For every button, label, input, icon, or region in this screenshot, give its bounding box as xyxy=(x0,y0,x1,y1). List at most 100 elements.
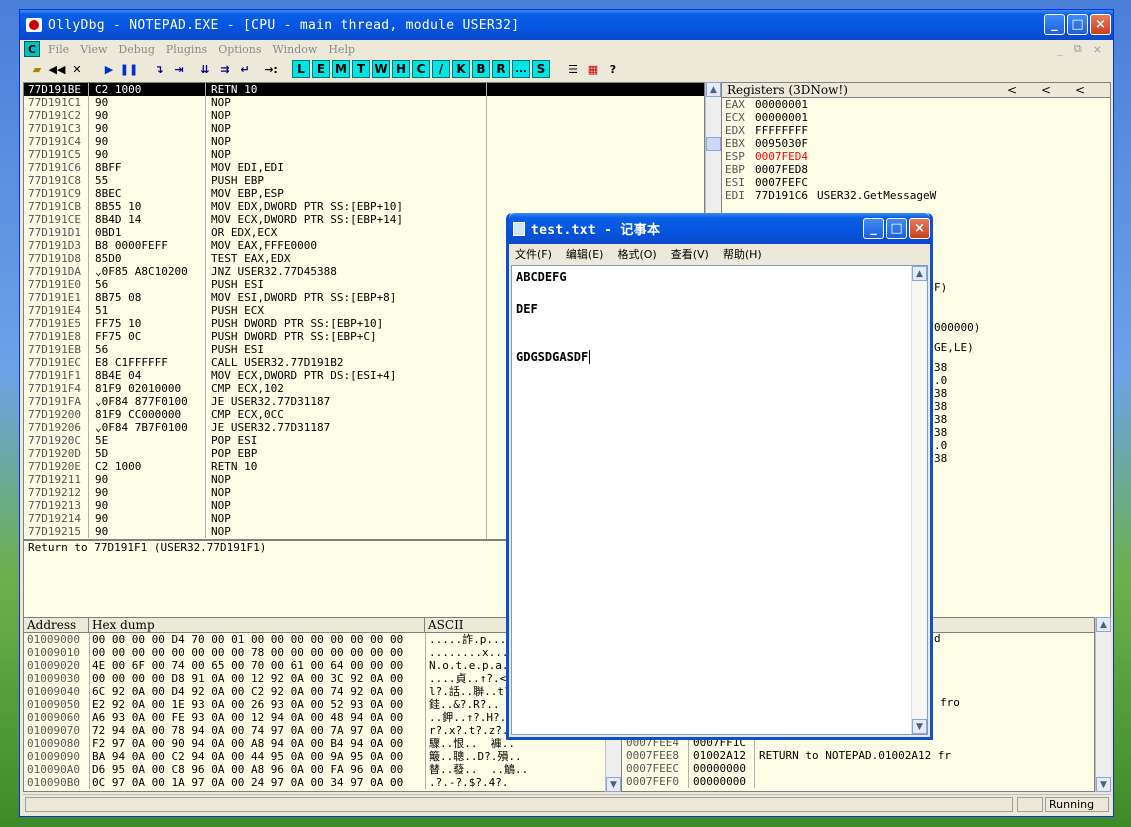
menu-help[interactable]: Help xyxy=(328,43,355,56)
minimize-button[interactable]: _ xyxy=(1044,14,1065,35)
breakpoints-button[interactable]: B xyxy=(472,60,490,78)
dump-col-hex[interactable]: Hex dump xyxy=(89,618,425,632)
disasm-row[interactable]: 77D191C5 90 NOP xyxy=(24,148,704,161)
mdi-close-icon[interactable]: × xyxy=(1093,43,1102,56)
disasm-address: 77D191EB xyxy=(28,343,81,356)
dump-col-address[interactable]: Address xyxy=(24,618,89,632)
help-icon[interactable]: ? xyxy=(604,60,622,78)
log-window-button[interactable]: L xyxy=(292,60,310,78)
dump-row[interactable]: 01009090 BA 94 0A 00 C2 94 0A 00 44 95 0A… xyxy=(24,750,620,763)
handles-button[interactable]: H xyxy=(392,60,410,78)
notepad-menu-file[interactable]: 文件(F) xyxy=(515,246,552,262)
disasm-row[interactable]: 77D191BE C2 1000 RETN 10 xyxy=(24,83,704,96)
stack-address: 0007FEEC xyxy=(626,762,679,775)
disasm-hex: ⌄0F84 877F0100 xyxy=(88,395,205,408)
disasm-row[interactable]: 77D191C4 90 NOP xyxy=(24,135,704,148)
maximize-button[interactable]: □ xyxy=(1067,14,1088,35)
menu-window[interactable]: Window xyxy=(273,43,318,56)
references-button[interactable]: R xyxy=(492,60,510,78)
disasm-row[interactable]: 77D191C9 8BEC MOV EBP,ESP xyxy=(24,187,704,200)
ollydbg-toolbar: ▰ ◀◀ ✕ ▶ ❚❚ ↴ ⇥ ⇊ ⇉ ↵ →: L E M T W H C /… xyxy=(20,58,1113,80)
ollydbg-title-bar[interactable]: OllyDbg - NOTEPAD.EXE - [CPU - main thre… xyxy=(20,10,1113,40)
step-over-icon[interactable]: ⇥ xyxy=(170,60,188,78)
source-button[interactable]: S xyxy=(532,60,550,78)
stack-value: 00000000 xyxy=(688,762,754,775)
disasm-address: 77D19211 xyxy=(28,473,81,486)
menu-file[interactable]: File xyxy=(48,43,69,56)
run-trace-button[interactable]: ... xyxy=(512,60,530,78)
disasm-row[interactable]: 77D191C1 90 NOP xyxy=(24,96,704,109)
notepad-scrollbar[interactable]: ▲ ▼ xyxy=(911,266,927,734)
appearance-icon[interactable]: ▦ xyxy=(584,60,602,78)
disasm-hex: B8 0000FEFF xyxy=(88,239,205,252)
memory-map-button[interactable]: M xyxy=(332,60,350,78)
disasm-row[interactable]: 77D191CB 8B55 10 MOV EDX,DWORD PTR SS:[EBP… xyxy=(24,200,704,213)
notepad-menu-edit[interactable]: 编辑(E) xyxy=(566,246,604,262)
scroll-thumb[interactable] xyxy=(706,137,721,151)
pause-icon[interactable]: ❚❚ xyxy=(120,60,138,78)
disasm-hex: 81F9 02010000 xyxy=(88,382,205,395)
windows-button[interactable]: W xyxy=(372,60,390,78)
register-partial-text: 38 xyxy=(934,387,948,400)
mdi-minimize-icon[interactable]: _ xyxy=(1057,43,1063,56)
stack-row[interactable]: 0007FEEC 00000000 xyxy=(622,762,1094,775)
dump-row[interactable]: 010090B0 0C 97 0A 00 1A 97 0A 00 24 97 0A… xyxy=(24,776,620,789)
step-into-icon[interactable]: ↴ xyxy=(150,60,168,78)
disasm-row[interactable]: 77D191C3 90 NOP xyxy=(24,122,704,135)
close-program-icon[interactable]: ✕ xyxy=(68,60,86,78)
disasm-address: 77D1920C xyxy=(28,434,81,447)
disasm-address: 77D191C5 xyxy=(28,148,81,161)
notepad-scroll-up-icon[interactable]: ▲ xyxy=(912,266,927,281)
go-to-icon[interactable]: →: xyxy=(262,60,280,78)
disasm-row[interactable]: 77D191C2 90 NOP xyxy=(24,109,704,122)
disasm-hex: 90 xyxy=(88,148,205,161)
call-stack-button[interactable]: K xyxy=(452,60,470,78)
dump-ascii: 替..蕟.. ..鵤.. xyxy=(425,763,528,776)
stack-list: 0007FEE4 0007FF1C 0007FEE8 01002A12 RETURN t… xyxy=(622,736,1094,788)
mdi-restore-icon[interactable]: ⧉ xyxy=(1074,42,1082,56)
menu-plugins[interactable]: Plugins xyxy=(166,43,207,56)
menu-debug[interactable]: Debug xyxy=(118,43,155,56)
trace-into-icon[interactable]: ⇊ xyxy=(196,60,214,78)
register-partial-text: 38 xyxy=(934,413,948,426)
stack-row[interactable]: 0007FEF0 00000000 xyxy=(622,775,1094,788)
dump-address: 010090B0 xyxy=(27,776,80,789)
close-button[interactable]: × xyxy=(1090,14,1111,35)
menu-view[interactable]: View xyxy=(80,43,107,56)
notepad-menu-help[interactable]: 帮助(H) xyxy=(723,246,762,262)
notepad-close-button[interactable]: × xyxy=(909,218,930,239)
disasm-instruction: MOV EDI,EDI xyxy=(205,161,483,174)
notepad-minimize-button[interactable]: _ xyxy=(863,218,884,239)
disasm-row[interactable]: 77D191C8 55 PUSH EBP xyxy=(24,174,704,187)
dump-ascii: 驟..恨.. 褲.. xyxy=(425,737,515,750)
executables-button[interactable]: E xyxy=(312,60,330,78)
notepad-menu-format[interactable]: 格式(O) xyxy=(617,246,656,262)
cpu-button[interactable]: C xyxy=(412,60,430,78)
dump-ascii: 銈..&?.R?.. xyxy=(425,698,500,711)
disasm-address: 77D191FA xyxy=(28,395,81,408)
menu-options[interactable]: Options xyxy=(218,43,261,56)
disasm-hex: 56 xyxy=(88,343,205,356)
disasm-address: 77D19213 xyxy=(28,499,81,512)
run-icon[interactable]: ▶ xyxy=(100,60,118,78)
notepad-scroll-down-icon[interactable]: ▼ xyxy=(912,719,927,734)
dump-scroll-down-icon[interactable]: ▼ xyxy=(606,777,621,792)
patches-button[interactable]: / xyxy=(432,60,450,78)
disasm-row[interactable]: 77D191C6 8BFF MOV EDI,EDI xyxy=(24,161,704,174)
stack-row[interactable]: 0007FEE8 01002A12 RETURN to NOTEPAD.01002A… xyxy=(622,749,1094,762)
stack-scrollbar[interactable]: ▲ ▼ xyxy=(1095,617,1111,792)
execute-till-return-icon[interactable]: ↵ xyxy=(236,60,254,78)
stack-scroll-up-icon[interactable]: ▲ xyxy=(1096,617,1111,632)
dump-row[interactable]: 010090A0 D6 95 0A 00 C8 96 0A 00 A8 96 0A… xyxy=(24,763,620,776)
list-icon[interactable]: ☰ xyxy=(564,60,582,78)
notepad-maximize-button[interactable]: □ xyxy=(886,218,907,239)
notepad-text-area[interactable]: ABCDEFG DEF GDGSDGASDF ▲ ▼ xyxy=(511,265,928,735)
notepad-menu-view[interactable]: 查看(V) xyxy=(671,246,709,262)
threads-button[interactable]: T xyxy=(352,60,370,78)
stack-scroll-down-icon[interactable]: ▼ xyxy=(1096,777,1111,792)
open-folder-icon[interactable]: ▰ xyxy=(28,60,46,78)
trace-over-icon[interactable]: ⇉ xyxy=(216,60,234,78)
scroll-up-icon[interactable]: ▲ xyxy=(706,82,721,97)
restart-icon[interactable]: ◀◀ xyxy=(48,60,66,78)
status-text: Running xyxy=(1045,797,1109,812)
